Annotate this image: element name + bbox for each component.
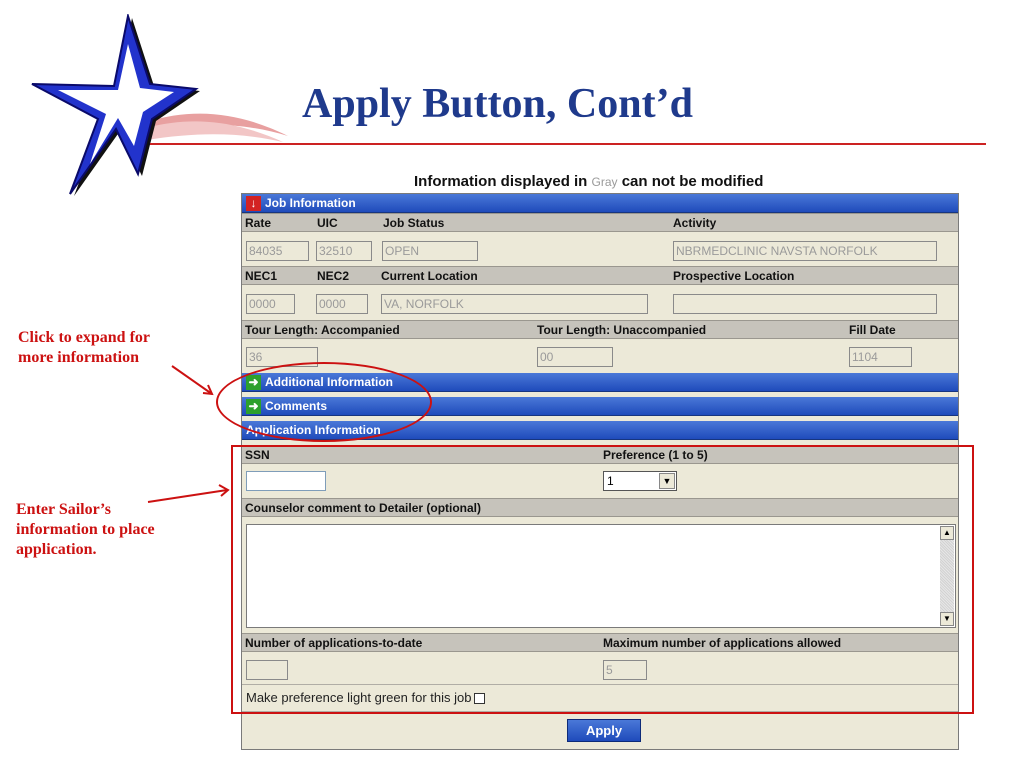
annotation-arrows (147, 365, 230, 503)
